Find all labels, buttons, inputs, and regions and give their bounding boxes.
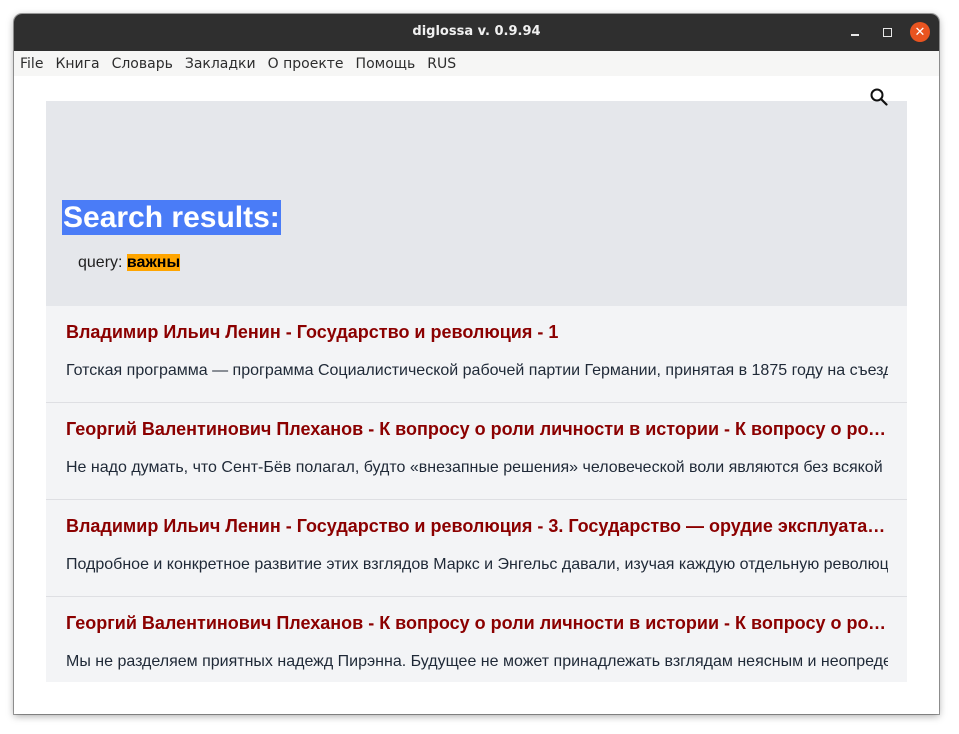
result-item[interactable]: Георгий Валентинович Плеханов - К вопрос… <box>46 403 907 500</box>
search-results-heading: Search results: <box>62 200 281 235</box>
menu-bookmarks[interactable]: Закладки <box>185 56 262 72</box>
search-results-header: Search results: query: важны <box>46 101 907 306</box>
minimize-button[interactable] <box>845 22 865 42</box>
app-window: diglossa v. 0.9.94 ✕ File Книга Словарь … <box>14 14 939 714</box>
window-title: diglossa v. 0.9.94 <box>412 24 541 39</box>
result-snippet: Подробное и конкретное развитие этих взг… <box>66 556 888 573</box>
maximize-button[interactable] <box>877 22 897 42</box>
minimize-icon <box>851 34 859 36</box>
result-item[interactable]: Владимир Ильич Ленин - Государство и рев… <box>46 306 907 403</box>
result-snippet: Готская программа — программа Социалисти… <box>66 362 888 379</box>
menu-bar: File Книга Словарь Закладки О проекте По… <box>14 51 939 76</box>
search-results-panel: Search results: query: важны Владимир Ил… <box>46 101 907 682</box>
result-snippet: Не надо думать, что Сент-Бёв полагал, бу… <box>66 459 883 476</box>
result-title[interactable]: Владимир Ильич Ленин - Государство и рев… <box>66 516 888 537</box>
close-icon: ✕ <box>914 24 926 40</box>
search-icon[interactable] <box>870 88 888 106</box>
title-bar[interactable]: diglossa v. 0.9.94 ✕ <box>14 14 939 51</box>
result-snippet: Мы не разделяем приятных надежд Пирэнна.… <box>66 653 888 670</box>
result-title[interactable]: Георгий Валентинович Плеханов - К вопрос… <box>66 419 888 440</box>
result-item[interactable]: Владимир Ильич Ленин - Государство и рев… <box>46 500 907 597</box>
query-label: query: <box>78 254 123 271</box>
menu-about[interactable]: О проекте <box>268 56 350 72</box>
maximize-icon <box>882 27 892 37</box>
menu-dictionary[interactable]: Словарь <box>112 56 179 72</box>
menu-help[interactable]: Помощь <box>356 56 422 72</box>
result-title[interactable]: Владимир Ильич Ленин - Государство и рев… <box>66 322 888 343</box>
query-term: важны <box>126 254 181 271</box>
menu-book[interactable]: Книга <box>55 56 105 72</box>
result-title[interactable]: Георгий Валентинович Плеханов - К вопрос… <box>66 613 888 634</box>
menu-language[interactable]: RUS <box>427 56 462 72</box>
menu-file[interactable]: File <box>20 56 49 72</box>
query-line: query: важны <box>78 254 181 272</box>
close-button[interactable]: ✕ <box>910 22 930 42</box>
result-item[interactable]: Георгий Валентинович Плеханов - К вопрос… <box>46 597 907 682</box>
